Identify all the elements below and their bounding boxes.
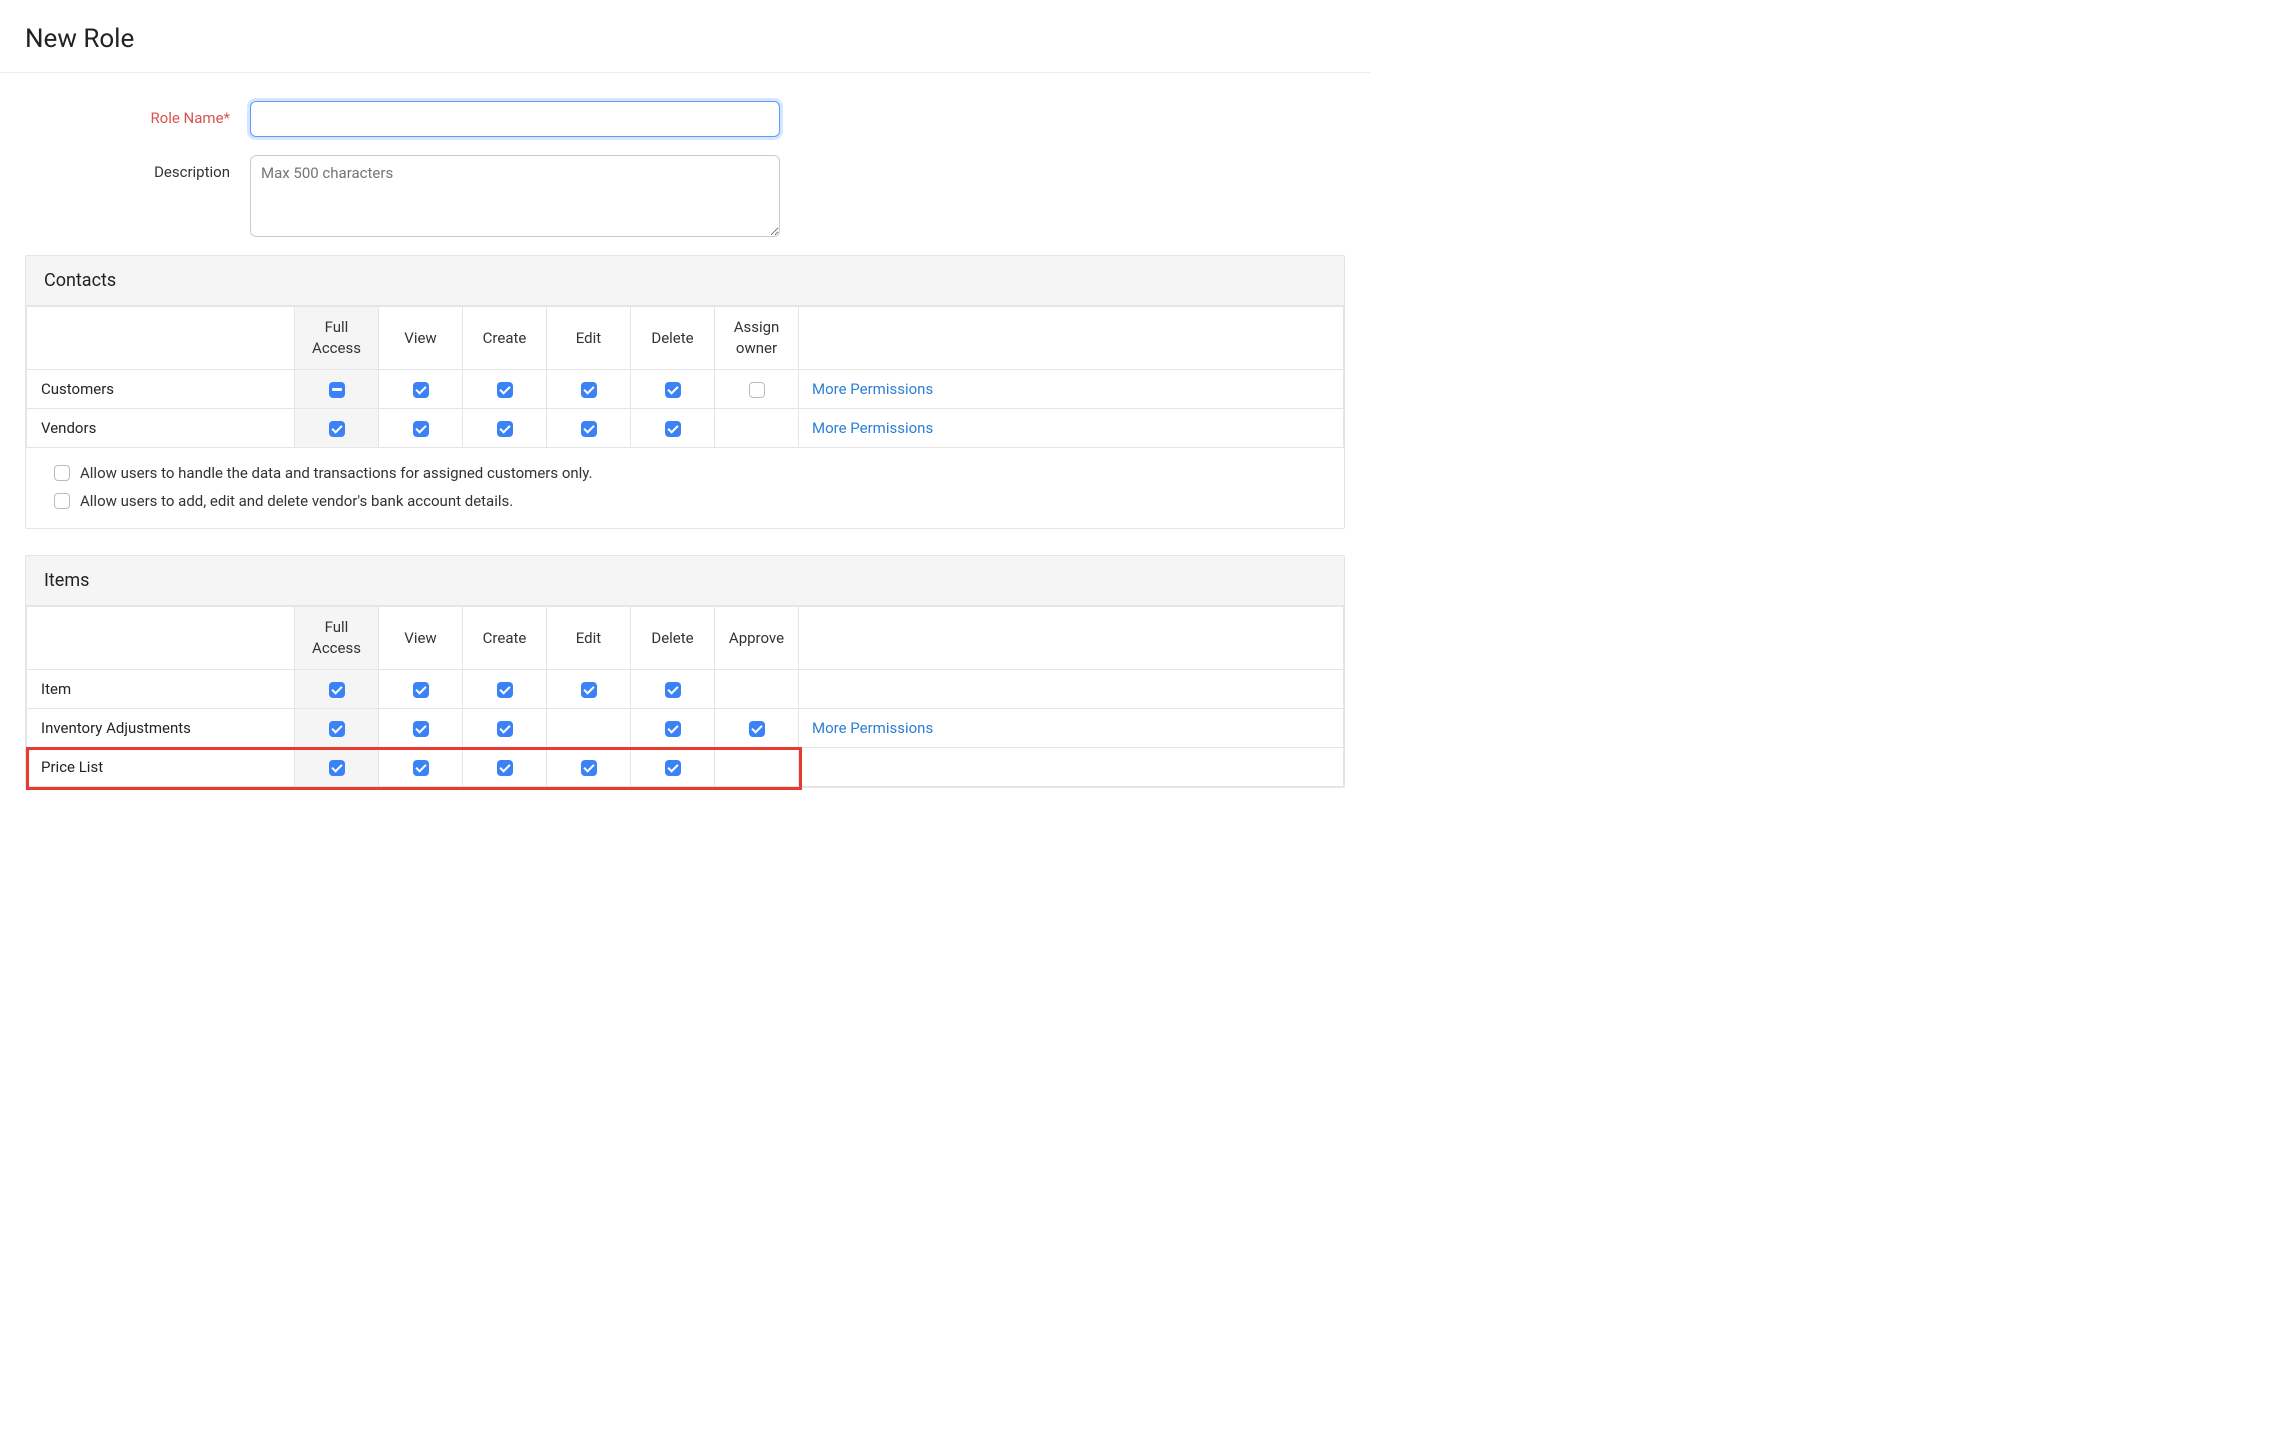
checkbox-full-access[interactable] xyxy=(329,682,345,698)
section-footer: Allow users to handle the data and trans… xyxy=(26,448,1344,528)
row-label: Customers xyxy=(27,370,295,409)
role-name-label: Role Name* xyxy=(25,101,250,127)
checkbox-extra[interactable] xyxy=(749,721,765,737)
checkbox-create[interactable] xyxy=(497,760,513,776)
checkbox-delete[interactable] xyxy=(665,682,681,698)
col-extra: Approve xyxy=(715,607,799,670)
row-price-list: Price List xyxy=(27,748,1344,787)
footer-option-label: Allow users to add, edit and delete vend… xyxy=(80,492,513,510)
row-customers: Customers More Permissions xyxy=(27,370,1344,409)
checkbox-delete[interactable] xyxy=(665,382,681,398)
row-item: Item xyxy=(27,670,1344,709)
col-delete: Delete xyxy=(631,307,715,370)
checkbox-extra[interactable] xyxy=(749,382,765,398)
checkbox-view[interactable] xyxy=(413,421,429,437)
row-label: Item xyxy=(27,670,295,709)
footer-option-label: Allow users to handle the data and trans… xyxy=(80,464,593,482)
checkbox-create[interactable] xyxy=(497,721,513,737)
col-view: View xyxy=(379,607,463,670)
checkbox-full-access[interactable] xyxy=(329,421,345,437)
section-items: ItemsFullAccessViewCreateEditDeleteAppro… xyxy=(25,555,1345,788)
divider xyxy=(0,72,1370,73)
footer-option: Allow users to handle the data and trans… xyxy=(54,464,1320,482)
row-vendors: Vendors More Permissions xyxy=(27,409,1344,448)
col-more xyxy=(799,307,1344,370)
col-create: Create xyxy=(463,307,547,370)
row-label: Price List xyxy=(27,748,295,787)
checkbox-full-access[interactable] xyxy=(329,721,345,737)
page-title: New Role xyxy=(25,24,1345,54)
checkbox-edit[interactable] xyxy=(581,760,597,776)
more-permissions-link[interactable]: More Permissions xyxy=(812,380,933,398)
section-header: Contacts xyxy=(26,256,1344,306)
row-inventory-adjustments: Inventory Adjustments More Permissions xyxy=(27,709,1344,748)
col-create: Create xyxy=(463,607,547,670)
col-extra: Assignowner xyxy=(715,307,799,370)
col-view: View xyxy=(379,307,463,370)
checkbox-view[interactable] xyxy=(413,760,429,776)
checkbox-full-access[interactable] xyxy=(329,760,345,776)
footer-option: Allow users to add, edit and delete vend… xyxy=(54,492,1320,510)
col-more xyxy=(799,607,1344,670)
col-full-access: FullAccess xyxy=(295,607,379,670)
checkbox-create[interactable] xyxy=(497,421,513,437)
description-label: Description xyxy=(25,155,250,181)
more-permissions-link[interactable]: More Permissions xyxy=(812,419,933,437)
description-textarea[interactable] xyxy=(250,155,780,237)
footer-checkbox[interactable] xyxy=(54,465,70,481)
col-delete: Delete xyxy=(631,607,715,670)
checkbox-edit[interactable] xyxy=(581,421,597,437)
checkbox-create[interactable] xyxy=(497,382,513,398)
role-name-input[interactable] xyxy=(250,101,780,137)
checkbox-full-access[interactable] xyxy=(329,382,345,398)
row-label: Vendors xyxy=(27,409,295,448)
checkbox-delete[interactable] xyxy=(665,760,681,776)
checkbox-edit[interactable] xyxy=(581,382,597,398)
checkbox-view[interactable] xyxy=(413,682,429,698)
section-contacts: ContactsFullAccessViewCreateEditDeleteAs… xyxy=(25,255,1345,529)
checkbox-delete[interactable] xyxy=(665,721,681,737)
checkbox-view[interactable] xyxy=(413,721,429,737)
checkbox-view[interactable] xyxy=(413,382,429,398)
checkbox-delete[interactable] xyxy=(665,421,681,437)
col-edit: Edit xyxy=(547,607,631,670)
checkbox-create[interactable] xyxy=(497,682,513,698)
row-label: Inventory Adjustments xyxy=(27,709,295,748)
more-permissions-link[interactable]: More Permissions xyxy=(812,719,933,737)
checkbox-edit[interactable] xyxy=(581,682,597,698)
section-header: Items xyxy=(26,556,1344,606)
footer-checkbox[interactable] xyxy=(54,493,70,509)
col-edit: Edit xyxy=(547,307,631,370)
col-full-access: FullAccess xyxy=(295,307,379,370)
